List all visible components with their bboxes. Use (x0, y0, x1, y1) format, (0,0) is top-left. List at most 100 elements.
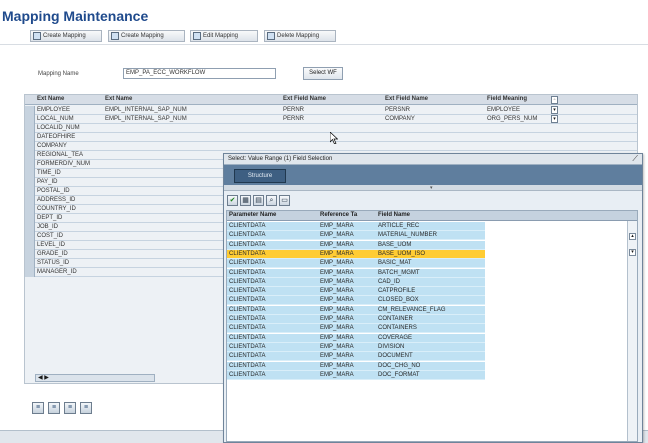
toolbar-button-4[interactable]: Delete Mapping (264, 30, 336, 42)
list-cell: CLIENTDATA (229, 325, 266, 332)
grid-header-col2: Ext Name (105, 96, 133, 102)
list-cell: EMP_MARA (320, 316, 354, 322)
col-reference-table: Reference Ta (320, 212, 358, 218)
popup-title: Select: Value Range (1) Field Selection … (224, 154, 642, 165)
row-selector[interactable] (25, 115, 35, 124)
table-row[interactable]: EMPLOYEE EMPL_INTERNAL_SAP_NUM PERNR PERSNR… (25, 106, 637, 115)
list-cell: CLIENTDATA (229, 241, 266, 248)
tab-structure[interactable]: Structure (234, 169, 286, 183)
table-row[interactable]: LOCAL_NUM EMPL_INTERNAL_SAP_NUM PERNR COMPA… (25, 115, 637, 124)
row-selector[interactable] (25, 169, 35, 178)
table-cell[interactable]: EMPLOYEE (487, 107, 520, 113)
copy-row-icon[interactable]: ≡ (80, 402, 92, 414)
row-selector[interactable] (25, 124, 35, 133)
list-item[interactable]: CLIENTDATA EMP_MARA BATCH_MGMT (227, 268, 485, 278)
mapping-name-label: Mapping Name (38, 71, 79, 77)
table-cell: TIME_ID (37, 170, 61, 176)
row-selector[interactable] (25, 106, 35, 115)
create-icon (33, 32, 41, 40)
table-cell: POSTAL_ID (37, 188, 70, 194)
table-cell: DATEOFHIRE (37, 134, 76, 140)
list-cell: CAD_ID (378, 278, 401, 285)
append-row-icon[interactable]: ≡ (48, 402, 60, 414)
find-icon[interactable]: ⌕ (266, 195, 277, 206)
selected-list-item[interactable]: CLIENTDATA EMP_MARA BASE_UOM_ISO (227, 249, 485, 259)
table-cell[interactable]: PERSNR (385, 107, 410, 113)
insert-row-icon[interactable]: ≡ (32, 402, 44, 414)
print-icon[interactable]: ▭ (279, 195, 290, 206)
row-selector[interactable] (25, 232, 35, 241)
popup-vertical-scrollbar[interactable]: ▴ ▾ (627, 221, 637, 441)
list-item[interactable]: CLIENTDATA EMP_MARA CATPROFILE (227, 287, 485, 297)
row-selector[interactable] (25, 160, 35, 169)
value-help-popup: Select: Value Range (1) Field Selection … (223, 153, 643, 443)
table-cell[interactable]: COMPANY (385, 116, 415, 122)
list-item[interactable]: CLIENTDATA EMP_MARA ARTICLE_REC (227, 222, 485, 231)
sort-icon[interactable]: ▤ (253, 195, 264, 206)
row-selector[interactable] (25, 133, 35, 142)
list-item[interactable]: CLIENTDATA EMP_MARA DOC_FORMAT (227, 370, 485, 380)
list-item[interactable]: CLIENTDATA EMP_MARA DOCUMENT (227, 352, 485, 362)
list-cell: BASE_UOM_ISO (378, 250, 426, 257)
row-selector[interactable] (25, 259, 35, 268)
list-item[interactable]: CLIENTDATA EMP_MARA MATERIAL_NUMBER (227, 231, 485, 241)
row-selector[interactable] (25, 268, 35, 277)
list-item[interactable]: CLIENTDATA EMP_MARA CAD_ID (227, 277, 485, 287)
filter-icon[interactable]: ▦ (240, 195, 251, 206)
list-cell: EMP_MARA (320, 371, 354, 378)
list-item[interactable]: CLIENTDATA EMP_MARA CM_RELEVANCE_FLAG (227, 305, 485, 315)
delete-row-icon[interactable]: ≡ (64, 402, 76, 414)
list-item[interactable]: CLIENTDATA EMP_MARA CONTAINER (227, 315, 485, 324)
list-cell: CLIENTDATA (229, 334, 266, 341)
table-cell[interactable]: ORG_PERS_NUM (487, 116, 537, 122)
checkmark-icon[interactable]: ✔ (227, 195, 238, 206)
row-selector[interactable] (25, 196, 35, 205)
close-icon[interactable]: ⟋ (632, 154, 638, 164)
list-item[interactable]: CLIENTDATA EMP_MARA COVERAGE (227, 333, 485, 343)
row-selector[interactable] (25, 178, 35, 187)
app-toolbar: Create Mapping Create Mapping Edit Mappi… (0, 27, 648, 45)
table-cell: EMPL_INTERNAL_SAP_NUM (105, 116, 187, 122)
row-selector[interactable] (25, 241, 35, 250)
list-item[interactable]: CLIENTDATA EMP_MARA DIVISION (227, 342, 485, 352)
dropdown-icon[interactable]: ▾ (551, 115, 558, 123)
list-cell: EMP_MARA (320, 232, 354, 239)
row-selector[interactable] (25, 205, 35, 214)
list-cell: CLIENTDATA (229, 362, 266, 369)
list-item[interactable]: CLIENTDATA EMP_MARA CLOSED_BOX (227, 296, 485, 306)
grid-horizontal-scrollbar[interactable]: ◀ ▶ (35, 374, 155, 382)
list-item[interactable]: CLIENTDATA EMP_MARA BASIC_MAT (227, 259, 485, 269)
table-cell: ADDRESS_ID (37, 197, 76, 203)
toolbar-button-1[interactable]: Create Mapping (30, 30, 102, 42)
toolbar-button-3[interactable]: Edit Mapping (190, 30, 258, 42)
list-cell: CONTAINER (378, 316, 413, 322)
row-selector[interactable] (25, 187, 35, 196)
list-cell: ARTICLE_REC (378, 223, 420, 229)
grid-header-col3: Ext Field Name (283, 96, 327, 102)
list-cell: EMP_MARA (320, 278, 354, 285)
scroll-down-icon[interactable]: ▾ (629, 249, 636, 256)
row-selector[interactable] (25, 250, 35, 259)
table-cell[interactable]: PERNR (283, 107, 304, 113)
list-item[interactable]: CLIENTDATA EMP_MARA CONTAINERS (227, 324, 485, 334)
row-selector[interactable] (25, 151, 35, 160)
row-selector[interactable] (25, 142, 35, 151)
row-selector[interactable] (25, 214, 35, 223)
grid-settings-icon[interactable]: ▫ (551, 96, 558, 104)
scroll-up-icon[interactable]: ▴ (629, 233, 636, 240)
col-field-name: Field Name (378, 212, 411, 218)
field-list-header: Parameter Name Reference Ta Field Name (227, 211, 637, 221)
row-selector[interactable] (25, 223, 35, 232)
dropdown-icon[interactable]: ▾ (551, 106, 558, 114)
mapping-name-input[interactable]: EMP_PA_ECC_WORKFLOW (123, 68, 276, 79)
list-cell: CLIENTDATA (229, 288, 266, 295)
table-cell[interactable]: PERNR (283, 116, 304, 122)
list-item[interactable]: CLIENTDATA EMP_MARA BASE_UOM (227, 240, 485, 250)
list-item[interactable]: CLIENTDATA EMP_MARA DOC_CHG_NO (227, 361, 485, 371)
toolbar-button-2[interactable]: Create Mapping (108, 30, 185, 42)
table-cell: LOCALID_NUM (37, 125, 80, 131)
select-wf-button[interactable]: Select WF (303, 67, 343, 80)
list-cell: CLIENTDATA (229, 316, 266, 322)
list-cell: EMP_MARA (320, 334, 354, 341)
list-cell: EMP_MARA (320, 306, 354, 313)
